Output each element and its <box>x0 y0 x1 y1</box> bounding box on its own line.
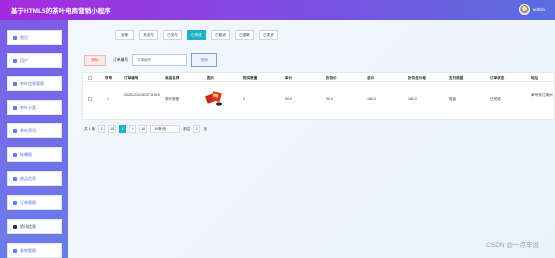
col-discount-total: 折扣总价格 <box>408 76 426 80</box>
tab-all[interactable]: 全部 <box>115 30 134 40</box>
cell-order-no: 202512121523711915 <box>124 93 160 97</box>
pager-next-page[interactable]: 10 <box>139 125 148 133</box>
search-button[interactable]: 查询 <box>191 53 218 67</box>
order-status-tabs: 全部 未支付 已支付 已完成 已取消 已退款 已发货 <box>115 30 278 40</box>
pager-prev-button[interactable]: 2 <box>98 125 106 133</box>
sidebar-item-tea-category[interactable]: 茶叶分类 <box>7 100 62 115</box>
col-discount-price: 折扣价 <box>326 76 337 80</box>
top-bar: 基于HTML5的茶叶电商营销小程序 admin <box>0 0 555 20</box>
product-image <box>203 87 225 109</box>
user-icon <box>13 58 17 63</box>
search-input[interactable] <box>132 54 188 66</box>
col-order-no: 订单编号 <box>124 76 139 80</box>
tab-paid[interactable]: 已支付 <box>163 30 182 40</box>
user-menu[interactable]: admin <box>518 4 545 15</box>
grid-icon <box>13 200 17 205</box>
pager-page-unit: 页 <box>203 126 207 131</box>
col-index: 序号 <box>105 76 113 80</box>
app-title: 基于HTML5的茶叶电商营销小程序 <box>11 8 111 15</box>
col-price: 单价 <box>285 76 293 80</box>
tab-cancelled[interactable]: 已取消 <box>211 30 230 40</box>
sidebar-item-tea-info[interactable]: 茶叶信息管理 <box>7 76 62 91</box>
grid-icon <box>13 128 17 133</box>
pager-prev-page[interactable]: 10 <box>108 125 117 133</box>
sidebar-item-carousel[interactable]: 轮播图 <box>7 147 62 162</box>
sidebar: 首页 用户 茶叶信息管理 茶叶分类 茶叶资讯 轮播图 商品信息 订单管理 资讯信… <box>0 20 68 258</box>
grid-icon <box>13 176 17 181</box>
home-icon <box>13 35 17 40</box>
tab-refunded[interactable]: 已退款 <box>235 30 254 40</box>
cell-pay-type: 现金 <box>449 97 457 101</box>
grid-icon <box>13 224 17 229</box>
watermark: CSDN @一点毕设 <box>486 242 539 249</box>
col-pay-type: 支付类型 <box>449 76 464 80</box>
sidebar-item-users[interactable]: 用户 <box>7 53 62 68</box>
tab-shipped[interactable]: 已发货 <box>259 30 278 40</box>
pager-goto-input[interactable]: 1 <box>193 125 201 133</box>
sidebar-item-system[interactable]: 系统管理 <box>7 243 62 258</box>
cell-name: 茶叶秀般 <box>165 97 180 101</box>
pager-next-button[interactable]: > <box>129 125 137 133</box>
cell-qty: 2 <box>243 97 245 101</box>
col-address: 地址 <box>531 76 539 80</box>
pager-current-page[interactable]: 1 <box>119 125 127 133</box>
search-label: 订单编号 <box>113 57 129 62</box>
sidebar-item-tea-news[interactable]: 茶叶资讯 <box>7 123 62 138</box>
sidebar-item-orders[interactable]: 订单管理 <box>7 195 62 210</box>
cell-index: 1 <box>107 97 109 101</box>
sidebar-item-home[interactable]: 首页 <box>7 30 62 45</box>
cell-status: 已完成 <box>490 97 501 101</box>
table-header: 序号 订单编号 商品名称 图片 购买数量 单价 折扣价 总价 折扣总价格 支付类… <box>82 72 555 82</box>
pager-total: 共 1 条 <box>84 126 96 131</box>
col-image: 图片 <box>207 76 215 80</box>
sidebar-item-news-info[interactable]: 资讯信息 <box>7 219 62 234</box>
toolbar: 删除 订单编号 查询 <box>84 53 218 67</box>
cell-discount-price: 90.0 <box>326 97 333 101</box>
pagination: 共 1 条 2 10 1 > 10 10条/页 前往 1 页 <box>84 125 207 133</box>
grid-icon <box>13 81 17 86</box>
col-qty: 购买数量 <box>243 76 258 80</box>
pager-goto-label: 前往 <box>183 126 191 131</box>
col-name: 商品名称 <box>165 76 180 80</box>
delete-button[interactable]: 删除 <box>84 54 106 66</box>
cell-price: 90.0 <box>285 97 292 101</box>
table-row[interactable]: 1 202512121523711915 茶叶秀般 2 90.0 90.0 18… <box>82 82 555 120</box>
select-all-checkbox[interactable] <box>88 76 92 80</box>
col-total: 总价 <box>367 76 375 80</box>
cell-address: 单号浙江湖州 <box>531 93 553 97</box>
avatar[interactable] <box>518 4 530 15</box>
cell-total: 180.0 <box>367 97 376 101</box>
row-checkbox[interactable] <box>88 97 92 101</box>
gear-icon <box>13 248 17 253</box>
grid-icon <box>13 105 17 110</box>
cell-discount-total: 180.0 <box>408 97 417 101</box>
col-status: 订单状态 <box>490 76 505 80</box>
page-size-select[interactable]: 10条/页 <box>150 125 181 133</box>
grid-icon <box>13 152 17 157</box>
username[interactable]: admin <box>533 7 545 12</box>
tab-unpaid[interactable]: 未支付 <box>139 30 158 40</box>
tab-completed[interactable]: 已完成 <box>187 30 206 40</box>
sidebar-item-products[interactable]: 商品信息 <box>7 171 62 186</box>
